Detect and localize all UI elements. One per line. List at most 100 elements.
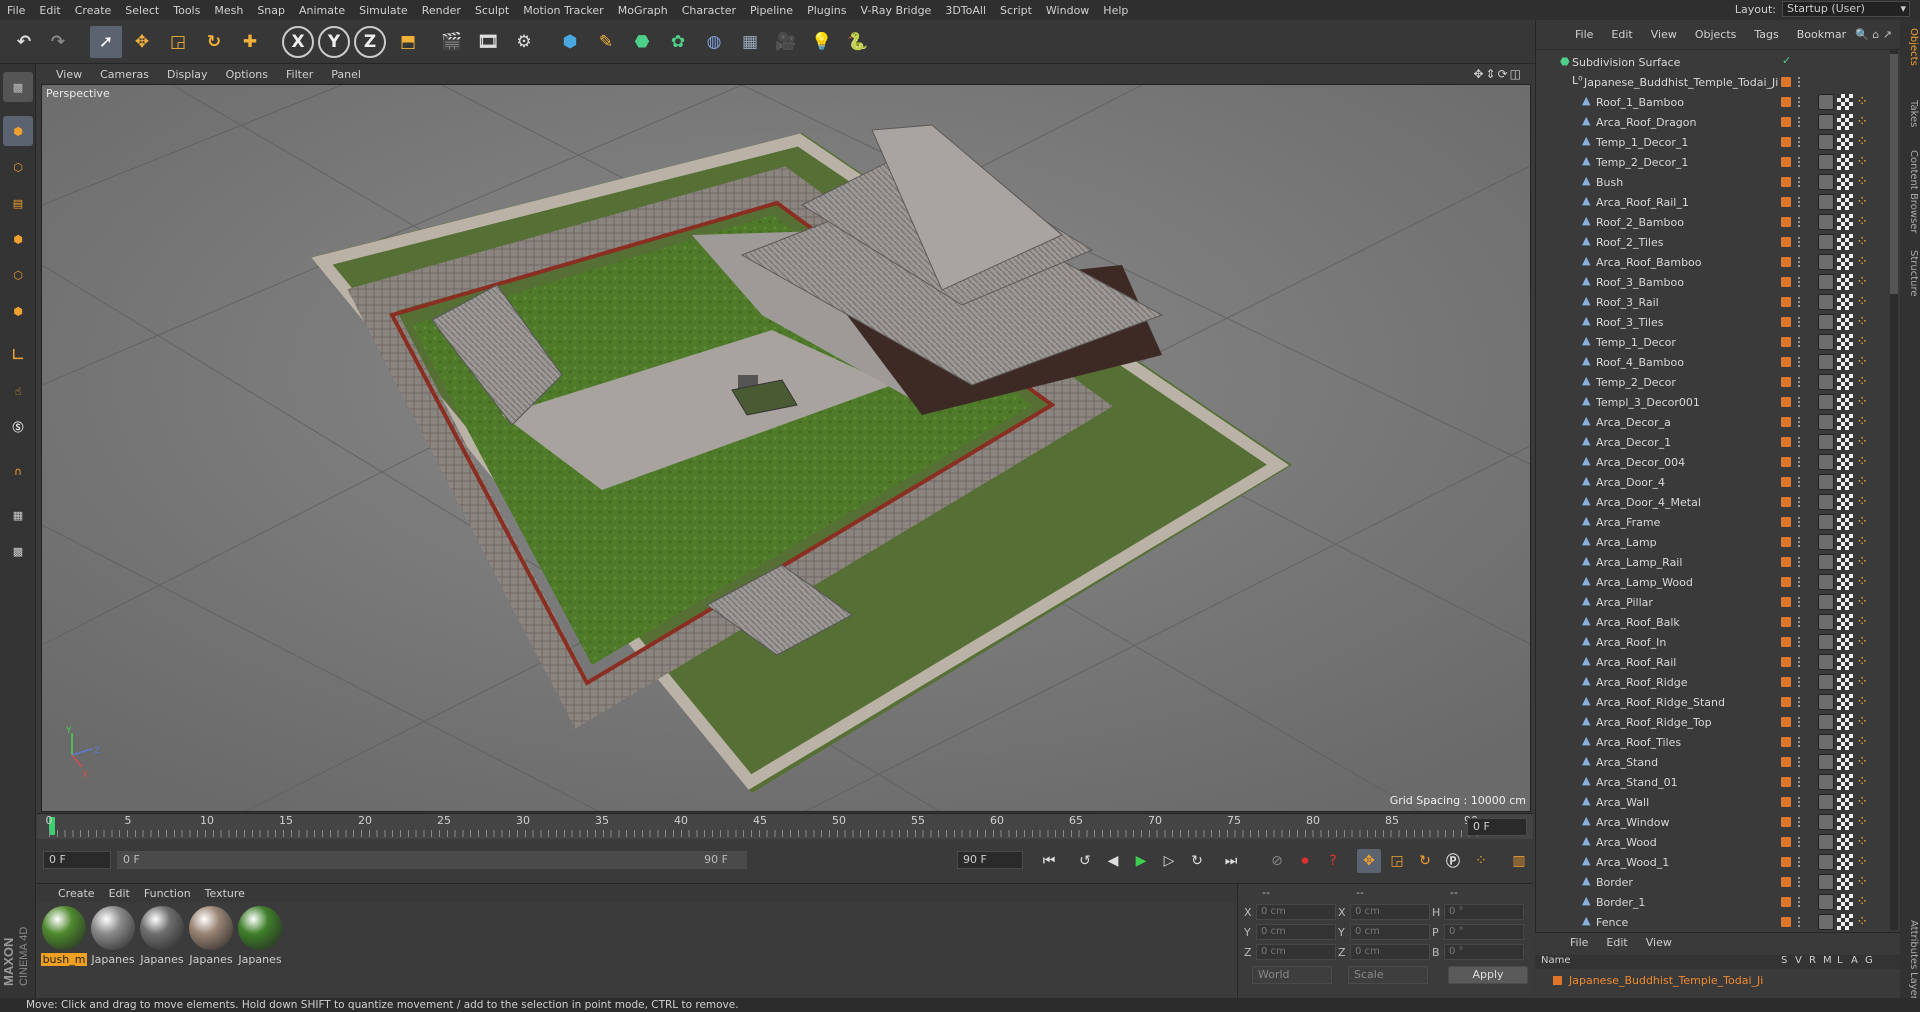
light-icon[interactable]: 💡 bbox=[806, 26, 838, 58]
key-pla-icon[interactable]: ⁘ bbox=[1469, 849, 1493, 873]
visibility-dots-icon[interactable] bbox=[1798, 157, 1802, 167]
object-row[interactable]: ▲ Temp_2_Decor ⁘ bbox=[1536, 372, 1891, 392]
coord-value-field[interactable]: 0 cm bbox=[1350, 944, 1430, 960]
checker-tag-icon[interactable] bbox=[1837, 194, 1853, 210]
object-search-icons[interactable]: 🔍 ⌂ ↗ bbox=[1855, 28, 1892, 41]
viewport-menu-options[interactable]: Options bbox=[217, 68, 277, 81]
visibility-dots-icon[interactable] bbox=[1798, 217, 1802, 227]
checker-tag-icon[interactable] bbox=[1837, 174, 1853, 190]
visibility-dots-icon[interactable] bbox=[1798, 197, 1802, 207]
motion-path-icon[interactable]: ⊘ bbox=[1265, 849, 1289, 873]
viewport-nav-icons[interactable]: ✥⇕⟳◫ bbox=[1473, 67, 1523, 81]
layer-color-icon[interactable] bbox=[1781, 177, 1791, 187]
layer-color-icon[interactable] bbox=[1781, 77, 1791, 87]
phong-tag-icon[interactable]: ⁘ bbox=[1858, 856, 1870, 868]
visibility-dots-icon[interactable] bbox=[1798, 317, 1802, 327]
visibility-dots-icon[interactable] bbox=[1798, 537, 1802, 547]
layer-color-icon[interactable] bbox=[1781, 337, 1791, 347]
checker-tag-icon[interactable] bbox=[1837, 94, 1853, 110]
cloner-icon[interactable]: ✿ bbox=[662, 26, 694, 58]
edges-mode-icon[interactable]: ⬡ bbox=[3, 260, 33, 290]
viewport-camera-label[interactable]: Perspective bbox=[46, 87, 110, 100]
texture-tag-icon[interactable] bbox=[1818, 354, 1834, 370]
visibility-dots-icon[interactable] bbox=[1798, 817, 1802, 827]
cube-icon[interactable]: ⬢ bbox=[554, 26, 586, 58]
key-scale-icon[interactable]: ◲ bbox=[1385, 849, 1409, 873]
phong-tag-icon[interactable]: ⁘ bbox=[1858, 216, 1870, 228]
phong-tag-icon[interactable]: ⁘ bbox=[1858, 416, 1870, 428]
coord-value-field[interactable]: 0 ° bbox=[1444, 904, 1524, 920]
object-row[interactable]: ▲ Border ⁘ bbox=[1536, 872, 1891, 892]
layer-color-icon[interactable] bbox=[1781, 417, 1791, 427]
layer-color-icon[interactable] bbox=[1781, 157, 1791, 167]
phong-tag-icon[interactable]: ⁘ bbox=[1858, 156, 1870, 168]
checker-tag-icon[interactable] bbox=[1837, 274, 1853, 290]
layer-column-header[interactable]: M bbox=[1823, 955, 1832, 966]
object-row[interactable]: L⁰ Japanese_Buddhist_Temple_Todai_Ji bbox=[1536, 72, 1891, 92]
object-row[interactable]: ▲ Arca_Roof_Ridge_Stand ⁘ bbox=[1536, 692, 1891, 712]
texture-tag-icon[interactable] bbox=[1818, 374, 1834, 390]
render-settings-icon[interactable]: ⚙ bbox=[508, 26, 540, 58]
viewport-menu-display[interactable]: Display bbox=[158, 68, 217, 81]
layer-color-icon[interactable] bbox=[1781, 297, 1791, 307]
object-row[interactable]: ▲ Arca_Door_4 ⁘ bbox=[1536, 472, 1891, 492]
menu-plugins[interactable]: Plugins bbox=[800, 4, 853, 17]
material-swatch[interactable]: Japanes bbox=[188, 906, 234, 972]
next-frame-icon[interactable]: ▷ bbox=[1157, 849, 1181, 873]
phong-tag-icon[interactable]: ⁘ bbox=[1858, 256, 1870, 268]
scale-dropdown[interactable]: Scale bbox=[1348, 966, 1428, 984]
texture-tag-icon[interactable] bbox=[1818, 634, 1834, 650]
texture-tag-icon[interactable] bbox=[1818, 794, 1834, 810]
menu-select[interactable]: Select bbox=[118, 4, 166, 17]
object-row[interactable]: ▲ Arca_Lamp_Wood ⁘ bbox=[1536, 572, 1891, 592]
checker-tag-icon[interactable] bbox=[1837, 454, 1853, 470]
texture-tag-icon[interactable] bbox=[1818, 834, 1834, 850]
object-row[interactable]: ▲ Temp_1_Decor ⁘ bbox=[1536, 332, 1891, 352]
visibility-dots-icon[interactable] bbox=[1798, 717, 1802, 727]
layer-color-icon[interactable] bbox=[1781, 117, 1791, 127]
checker-tag-icon[interactable] bbox=[1837, 494, 1853, 510]
checker-tag-icon[interactable] bbox=[1837, 874, 1853, 890]
viewport-menu-panel[interactable]: Panel bbox=[322, 68, 370, 81]
checker-tag-icon[interactable] bbox=[1837, 514, 1853, 530]
visibility-dots-icon[interactable] bbox=[1798, 277, 1802, 287]
texture-tag-icon[interactable] bbox=[1818, 774, 1834, 790]
snap-icon[interactable]: ▦ bbox=[3, 500, 33, 530]
visibility-dots-icon[interactable] bbox=[1798, 917, 1802, 927]
key-move-icon[interactable]: ✥ bbox=[1357, 849, 1381, 873]
checker-tag-icon[interactable] bbox=[1837, 754, 1853, 770]
texture-tag-icon[interactable] bbox=[1818, 694, 1834, 710]
menu-file[interactable]: File bbox=[0, 4, 32, 17]
side-tab-structure[interactable]: Structure bbox=[1901, 250, 1919, 297]
floor-icon[interactable]: ▦ bbox=[734, 26, 766, 58]
visibility-dots-icon[interactable] bbox=[1798, 357, 1802, 367]
menu-snap[interactable]: Snap bbox=[250, 4, 292, 17]
object-row[interactable]: ▲ Arca_Wood_1 ⁘ bbox=[1536, 852, 1891, 872]
layer-color-icon[interactable] bbox=[1781, 597, 1791, 607]
object-row[interactable]: ▲ Arca_Lamp ⁘ bbox=[1536, 532, 1891, 552]
phong-tag-icon[interactable]: ⁘ bbox=[1858, 796, 1870, 808]
checker-tag-icon[interactable] bbox=[1837, 214, 1853, 230]
visibility-dots-icon[interactable] bbox=[1798, 877, 1802, 887]
visibility-dots-icon[interactable] bbox=[1798, 457, 1802, 467]
object-menu-view[interactable]: View bbox=[1642, 28, 1686, 41]
checker-tag-icon[interactable] bbox=[1837, 634, 1853, 650]
phong-tag-icon[interactable]: ⁘ bbox=[1858, 736, 1870, 748]
perspective-viewport[interactable]: Y Z X Perspective Grid Spacing : 10000 c… bbox=[41, 84, 1531, 812]
checker-tag-icon[interactable] bbox=[1837, 554, 1853, 570]
range-end-field[interactable]: 90 F bbox=[957, 851, 1023, 869]
camera-icon[interactable]: 🎥 bbox=[770, 26, 802, 58]
model-mode-icon[interactable]: ⬢ bbox=[3, 116, 33, 146]
layer-color-icon[interactable] bbox=[1781, 697, 1791, 707]
phong-tag-icon[interactable]: ⁘ bbox=[1858, 676, 1870, 688]
world-dropdown[interactable]: World bbox=[1252, 966, 1332, 984]
texture-tag-icon[interactable] bbox=[1818, 154, 1834, 170]
texture-tag-icon[interactable] bbox=[1818, 294, 1834, 310]
side-tab-content-browser[interactable]: Content Browser bbox=[1901, 150, 1919, 233]
menu-edit[interactable]: Edit bbox=[32, 4, 67, 17]
texture-tag-icon[interactable] bbox=[1818, 814, 1834, 830]
visibility-dots-icon[interactable] bbox=[1798, 677, 1802, 687]
previous-frame-icon[interactable]: ◀ bbox=[1101, 849, 1125, 873]
layer-color-icon[interactable] bbox=[1781, 377, 1791, 387]
phong-tag-icon[interactable]: ⁘ bbox=[1858, 476, 1870, 488]
